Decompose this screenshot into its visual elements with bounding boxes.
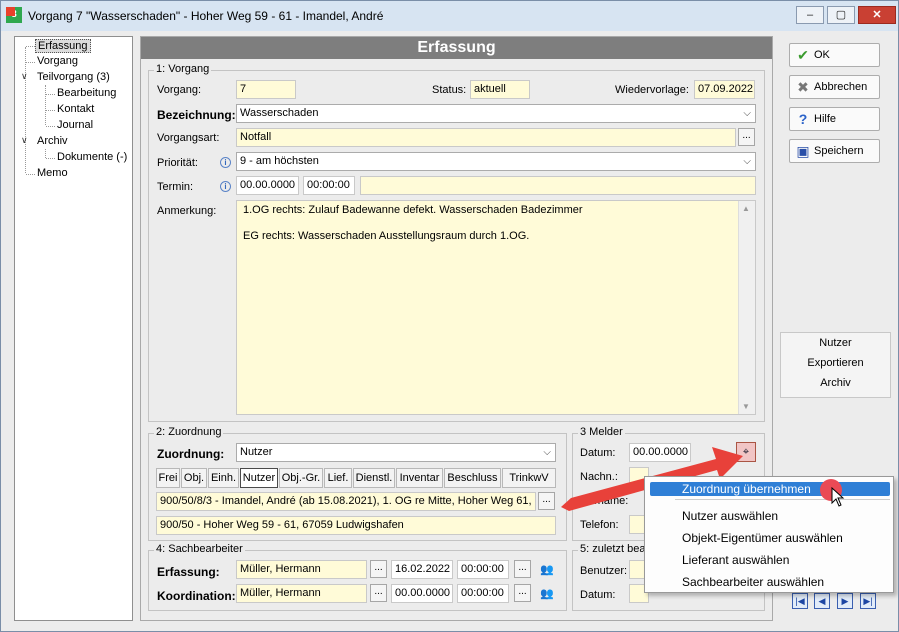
application-window: 3 Vorgang 7 "Wasserschaden" - Hoher Weg … [0, 0, 899, 632]
menu-separator [675, 499, 890, 500]
menu-item-objekt-eigentuemer-auswaehlen[interactable]: Objekt-Eigentümer auswählen [682, 531, 843, 545]
context-menu: Zuordnung übernehmen Nutzer auswählen Ob… [644, 476, 894, 593]
menu-item-nutzer-auswaehlen[interactable]: Nutzer auswählen [682, 509, 778, 523]
mouse-cursor-icon [831, 487, 845, 507]
menu-item-sachbearbeiter-auswaehlen[interactable]: Sachbearbeiter auswählen [682, 575, 824, 589]
menu-item-zuordnung-uebernehmen[interactable]: Zuordnung übernehmen [650, 482, 890, 496]
menu-item-lieferant-auswaehlen[interactable]: Lieferant auswählen [682, 553, 789, 567]
